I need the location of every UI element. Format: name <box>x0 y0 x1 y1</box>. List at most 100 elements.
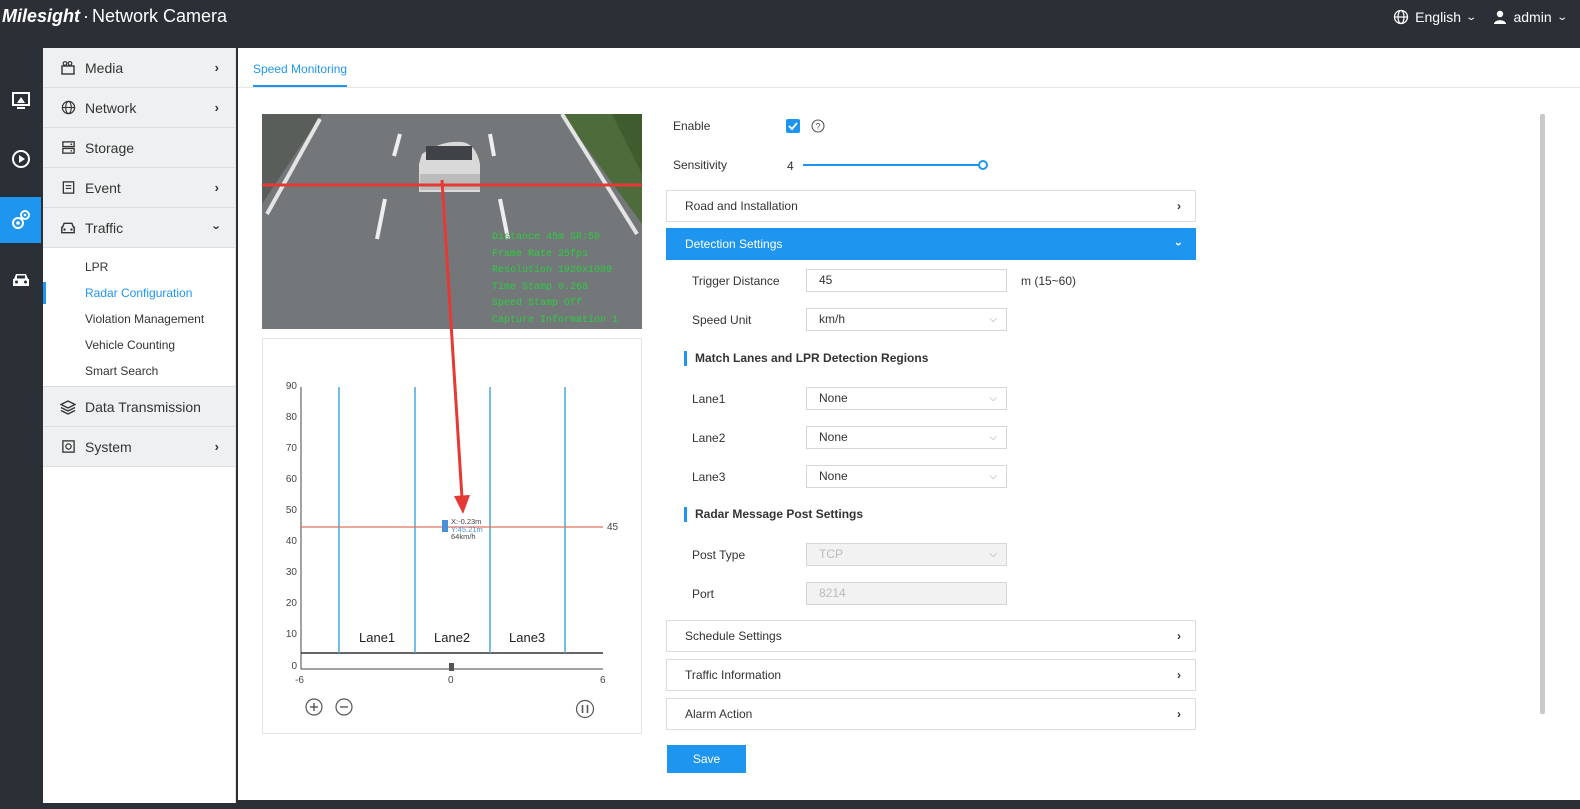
chevron-right-icon: › <box>1177 668 1181 682</box>
checkmark-icon <box>788 122 798 131</box>
chevron-down-icon: ⌵ <box>989 549 997 560</box>
sensitivity-slider[interactable] <box>803 160 988 170</box>
chevron-down-icon: ⌵ <box>989 314 997 325</box>
chevron-down-icon: ⌵ <box>989 432 997 443</box>
enable-checkbox[interactable] <box>786 119 800 133</box>
trigger-distance-input[interactable]: 45 <box>806 269 1007 292</box>
sensitivity-slider-handle[interactable] <box>978 160 988 170</box>
camera-osd: Distance 45m SR:50 Frame Rate 25fps Reso… <box>492 230 618 329</box>
trigger-distance-value: 45 <box>819 273 833 287</box>
post-type-label: Post Type <box>692 548 746 562</box>
menu-item-data-transmission[interactable]: Data Transmission <box>43 387 235 427</box>
section-match-lanes: Match Lanes and LPR Detection Regions <box>684 351 928 366</box>
save-button[interactable]: Save <box>667 745 746 773</box>
panel-detection-settings[interactable]: Detection Settings › <box>666 228 1196 260</box>
panel-title: Traffic Information <box>685 668 782 682</box>
panel-alarm-action[interactable]: Alarm Action › <box>666 698 1196 730</box>
speed-unit-value: km/h <box>819 312 846 326</box>
chevron-down-icon: ⌄ <box>1555 11 1568 23</box>
left-rail <box>0 42 41 809</box>
lane-label: Lane1 <box>359 630 396 645</box>
chevron-right-icon: › <box>214 439 219 454</box>
main-content: Speed Monitoring Distance 45m SR:50 Fram… <box>238 48 1580 800</box>
chevron-down-icon: › <box>209 225 225 230</box>
globe-icon <box>61 100 75 115</box>
osd-line: Speed Stamp Off <box>492 298 583 309</box>
target-info: X:-0.23m Y:45.21m 64km/h <box>451 518 483 541</box>
annotation-arrow <box>440 179 470 514</box>
submenu-vehicle-counting[interactable]: Vehicle Counting <box>43 332 235 358</box>
menu-item-network[interactable]: Network › <box>43 88 235 128</box>
menu-label-storage: Storage <box>85 139 135 156</box>
enable-label: Enable <box>673 119 711 133</box>
sensitivity-label: Sensitivity <box>673 158 728 172</box>
panel-traffic-information[interactable]: Traffic Information › <box>666 659 1196 691</box>
speed-unit-label: Speed Unit <box>692 313 752 327</box>
lane3-select[interactable]: None ⌵ <box>806 465 1007 488</box>
rail-playback[interactable] <box>0 136 41 182</box>
osd-line: Distance 45m SR:50 <box>492 232 601 243</box>
scrollbar[interactable] <box>1540 114 1545 714</box>
menu-label-media: Media <box>85 59 124 76</box>
post-type-value: TCP <box>819 547 843 561</box>
tab-bar: Speed Monitoring <box>238 48 1580 88</box>
pause-icon[interactable] <box>575 699 595 719</box>
y-tick: 90 <box>285 381 297 392</box>
rail-live-view[interactable] <box>0 78 41 124</box>
menu-label-data-transmission: Data Transmission <box>85 398 201 415</box>
user-icon <box>1494 10 1507 24</box>
y-tick: 30 <box>285 567 297 578</box>
osd-line: Capture Information 1 <box>492 314 619 326</box>
panel-road-installation[interactable]: Road and Installation › <box>666 190 1196 222</box>
submenu-radar-configuration[interactable]: Radar Configuration <box>43 280 235 306</box>
speed-unit-select[interactable]: km/h ⌵ <box>806 308 1007 331</box>
language-selector[interactable]: English ⌄ <box>1393 9 1478 25</box>
panel-title: Alarm Action <box>685 707 753 721</box>
y-tick: 40 <box>285 536 297 547</box>
y-tick: 50 <box>285 505 297 516</box>
menu-label-traffic: Traffic <box>85 219 124 236</box>
panel-title: Road and Installation <box>685 199 798 213</box>
chevron-right-icon: › <box>214 100 219 115</box>
language-label: English <box>1415 9 1462 25</box>
brand-separator: · <box>83 6 90 26</box>
port-value: 8214 <box>819 586 846 600</box>
zoom-out-icon[interactable] <box>335 698 353 716</box>
lane2-label: Lane2 <box>692 431 726 445</box>
menu-item-media[interactable]: Media › <box>43 48 235 88</box>
rail-traffic[interactable] <box>0 257 41 303</box>
car-icon <box>61 222 75 233</box>
lane-label: Lane3 <box>509 630 546 645</box>
chevron-right-icon: › <box>214 180 219 195</box>
user-menu[interactable]: admin ⌄ <box>1493 9 1568 25</box>
trigger-distance-unit: m (15~60) <box>1021 274 1077 288</box>
submenu-smart-search[interactable]: Smart Search <box>43 358 235 384</box>
gears-icon <box>11 210 30 229</box>
menu-item-traffic[interactable]: Traffic › <box>43 208 235 248</box>
lane2-select[interactable]: None ⌵ <box>806 426 1007 449</box>
lane2-value: None <box>819 430 848 444</box>
menu-item-system[interactable]: System › <box>43 427 235 467</box>
car-icon <box>12 274 29 286</box>
post-type-select: TCP ⌵ <box>806 543 1007 566</box>
submenu-violation-management[interactable]: Violation Management <box>43 306 235 332</box>
panel-schedule-settings[interactable]: Schedule Settings › <box>666 620 1196 652</box>
submenu-lpr[interactable]: LPR <box>43 254 235 280</box>
chevron-right-icon: › <box>1177 707 1181 721</box>
rail-settings[interactable] <box>0 197 41 243</box>
app-title: Network Camera <box>92 6 228 26</box>
zoom-in-icon[interactable] <box>305 698 323 716</box>
lane1-value: None <box>819 391 848 405</box>
lane1-select[interactable]: None ⌵ <box>806 387 1007 410</box>
menu-label-network: Network <box>85 99 137 116</box>
help-icon[interactable]: ? <box>811 119 825 133</box>
port-input: 8214 <box>806 582 1007 605</box>
chevron-down-icon: ⌄ <box>1465 11 1478 23</box>
globe-icon <box>1394 9 1409 25</box>
storage-icon <box>61 141 75 154</box>
sensitivity-value: 4 <box>787 159 794 173</box>
tab-speed-monitoring[interactable]: Speed Monitoring <box>253 62 348 87</box>
menu-item-event[interactable]: Event › <box>43 168 235 208</box>
menu-item-storage[interactable]: Storage <box>43 128 235 168</box>
monitor-icon <box>11 92 30 109</box>
